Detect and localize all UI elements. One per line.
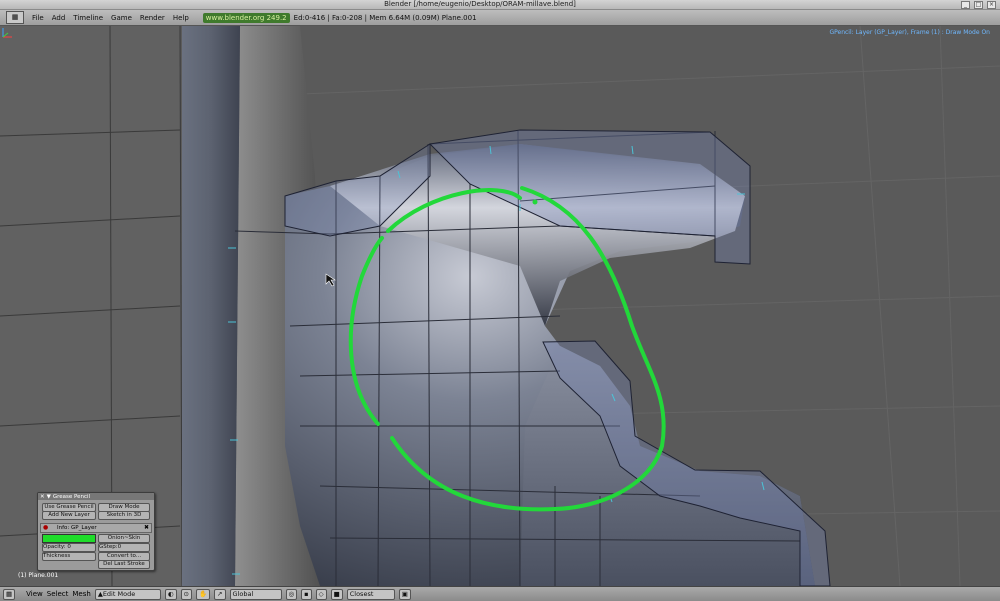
menu-render[interactable]: Render (140, 14, 165, 22)
sphere-icon: ◐ (167, 590, 174, 598)
window-titlebar: Blender [/home/eugenio/Desktop/ORAM-mill… (0, 0, 1000, 10)
layer-color-swatch[interactable] (42, 534, 96, 543)
vertex-icon: ▪ (304, 590, 309, 598)
grid-icon: ▦ (6, 590, 13, 598)
manipulator-toggle[interactable]: ✋ (195, 588, 211, 600)
render-toggle[interactable]: ▣ (398, 588, 411, 600)
onion-skin-toggle[interactable]: Onion~Skin (98, 534, 150, 543)
blender-version-link[interactable]: www.blender.org 249.2 (202, 12, 290, 23)
face-select-toggle[interactable]: ■ (330, 588, 343, 600)
menu-add[interactable]: Add (52, 14, 66, 22)
snap-label: Closest (349, 590, 374, 598)
menu-file[interactable]: File (32, 14, 44, 22)
snap-selector[interactable]: Closest (346, 588, 395, 600)
gstep-field[interactable]: GStep:0 (98, 543, 150, 552)
layer-header[interactable]: ● Info: GP_Layer ✖ (40, 523, 152, 533)
axis-gizmo-icon (2, 28, 12, 38)
hand-icon: ✋ (198, 590, 208, 598)
render-icon: ▣ (401, 590, 408, 598)
window-title: Blender [/home/eugenio/Desktop/ORAM-mill… (384, 0, 576, 8)
translate-toggle[interactable]: ↗ (214, 588, 226, 600)
menu-help[interactable]: Help (173, 14, 189, 22)
mode-selector[interactable]: ▲ Edit Mode (94, 588, 161, 600)
menu-select[interactable]: Select (47, 590, 69, 598)
editor-type-button[interactable]: ▦ (3, 588, 16, 600)
pivot-icon: ⊙ (183, 590, 189, 598)
edge-select-toggle[interactable]: ◇ (315, 588, 327, 600)
minimize-button[interactable]: _ (961, 1, 970, 9)
close-button[interactable]: × (987, 1, 996, 9)
del-last-stroke-button[interactable]: Del Last Stroke (98, 560, 150, 569)
sketch-in-3d-toggle[interactable]: Sketch in 3D (98, 511, 150, 520)
menu-view[interactable]: View (26, 590, 43, 598)
menu-timeline[interactable]: Timeline (73, 14, 103, 22)
menu-mesh[interactable]: Mesh (72, 590, 90, 598)
pivot-selector[interactable]: ⊙ (180, 588, 192, 600)
panel-header[interactable]: ✕ ▼ Grease Pencil (38, 493, 154, 500)
delete-layer-icon[interactable]: ✖ (144, 524, 149, 532)
maximize-button[interactable]: □ (974, 1, 983, 9)
draw-type-selector[interactable]: ◐ (164, 588, 177, 600)
active-object-label: (1) Plane.001 (18, 572, 59, 579)
edge-icon: ◇ (318, 590, 324, 598)
collapse-icon[interactable]: ▼ (47, 494, 51, 500)
arrow-icon: ↗ (217, 590, 223, 598)
orientation-label: Global (232, 590, 254, 598)
add-new-layer-button[interactable]: Add New Layer (42, 511, 96, 520)
layer-lock-icon[interactable]: ● (43, 524, 48, 531)
gp-stroke-dot (532, 199, 538, 205)
scene-info: www.blender.org 249.2 Ed:0-416 | Fa:0-20… (202, 12, 477, 23)
orientation-selector[interactable]: Global (229, 588, 282, 600)
panel-title: Grease Pencil (52, 493, 91, 500)
menu-game[interactable]: Game (111, 14, 132, 22)
3d-view-header: ▦ View Select Mesh ▲ Edit Mode ◐ ⊙ ✋ ↗ G… (0, 586, 1000, 601)
window-type-selector[interactable]: ▦ (6, 11, 24, 24)
grease-pencil-panel: ✕ ▼ Grease Pencil Use Grease Pencil Draw… (37, 492, 155, 571)
grid-icon: ▦ (11, 13, 19, 21)
thickness-slider[interactable]: Thickness (42, 552, 96, 561)
grease-pencil-status: GPencil: Layer (GP_Layer), Frame (1) : D… (829, 29, 990, 36)
info-header: ▦ File Add Timeline Game Render Help www… (0, 10, 1000, 26)
face-icon: ■ (333, 590, 340, 598)
close-icon[interactable]: ✕ (40, 494, 45, 500)
proportional-edit-toggle[interactable]: ◎ (285, 588, 298, 600)
vertex-select-toggle[interactable]: ▪ (301, 588, 312, 600)
target-icon: ◎ (288, 590, 295, 598)
opacity-slider[interactable]: Opacity: 0 (42, 543, 96, 552)
layer-name[interactable]: Info: GP_Layer (57, 524, 97, 532)
mode-label: Edit Mode (102, 590, 136, 598)
scene-stats: Ed:0-416 | Fa:0-208 | Mem 6.64M (0.09M) … (293, 13, 477, 22)
